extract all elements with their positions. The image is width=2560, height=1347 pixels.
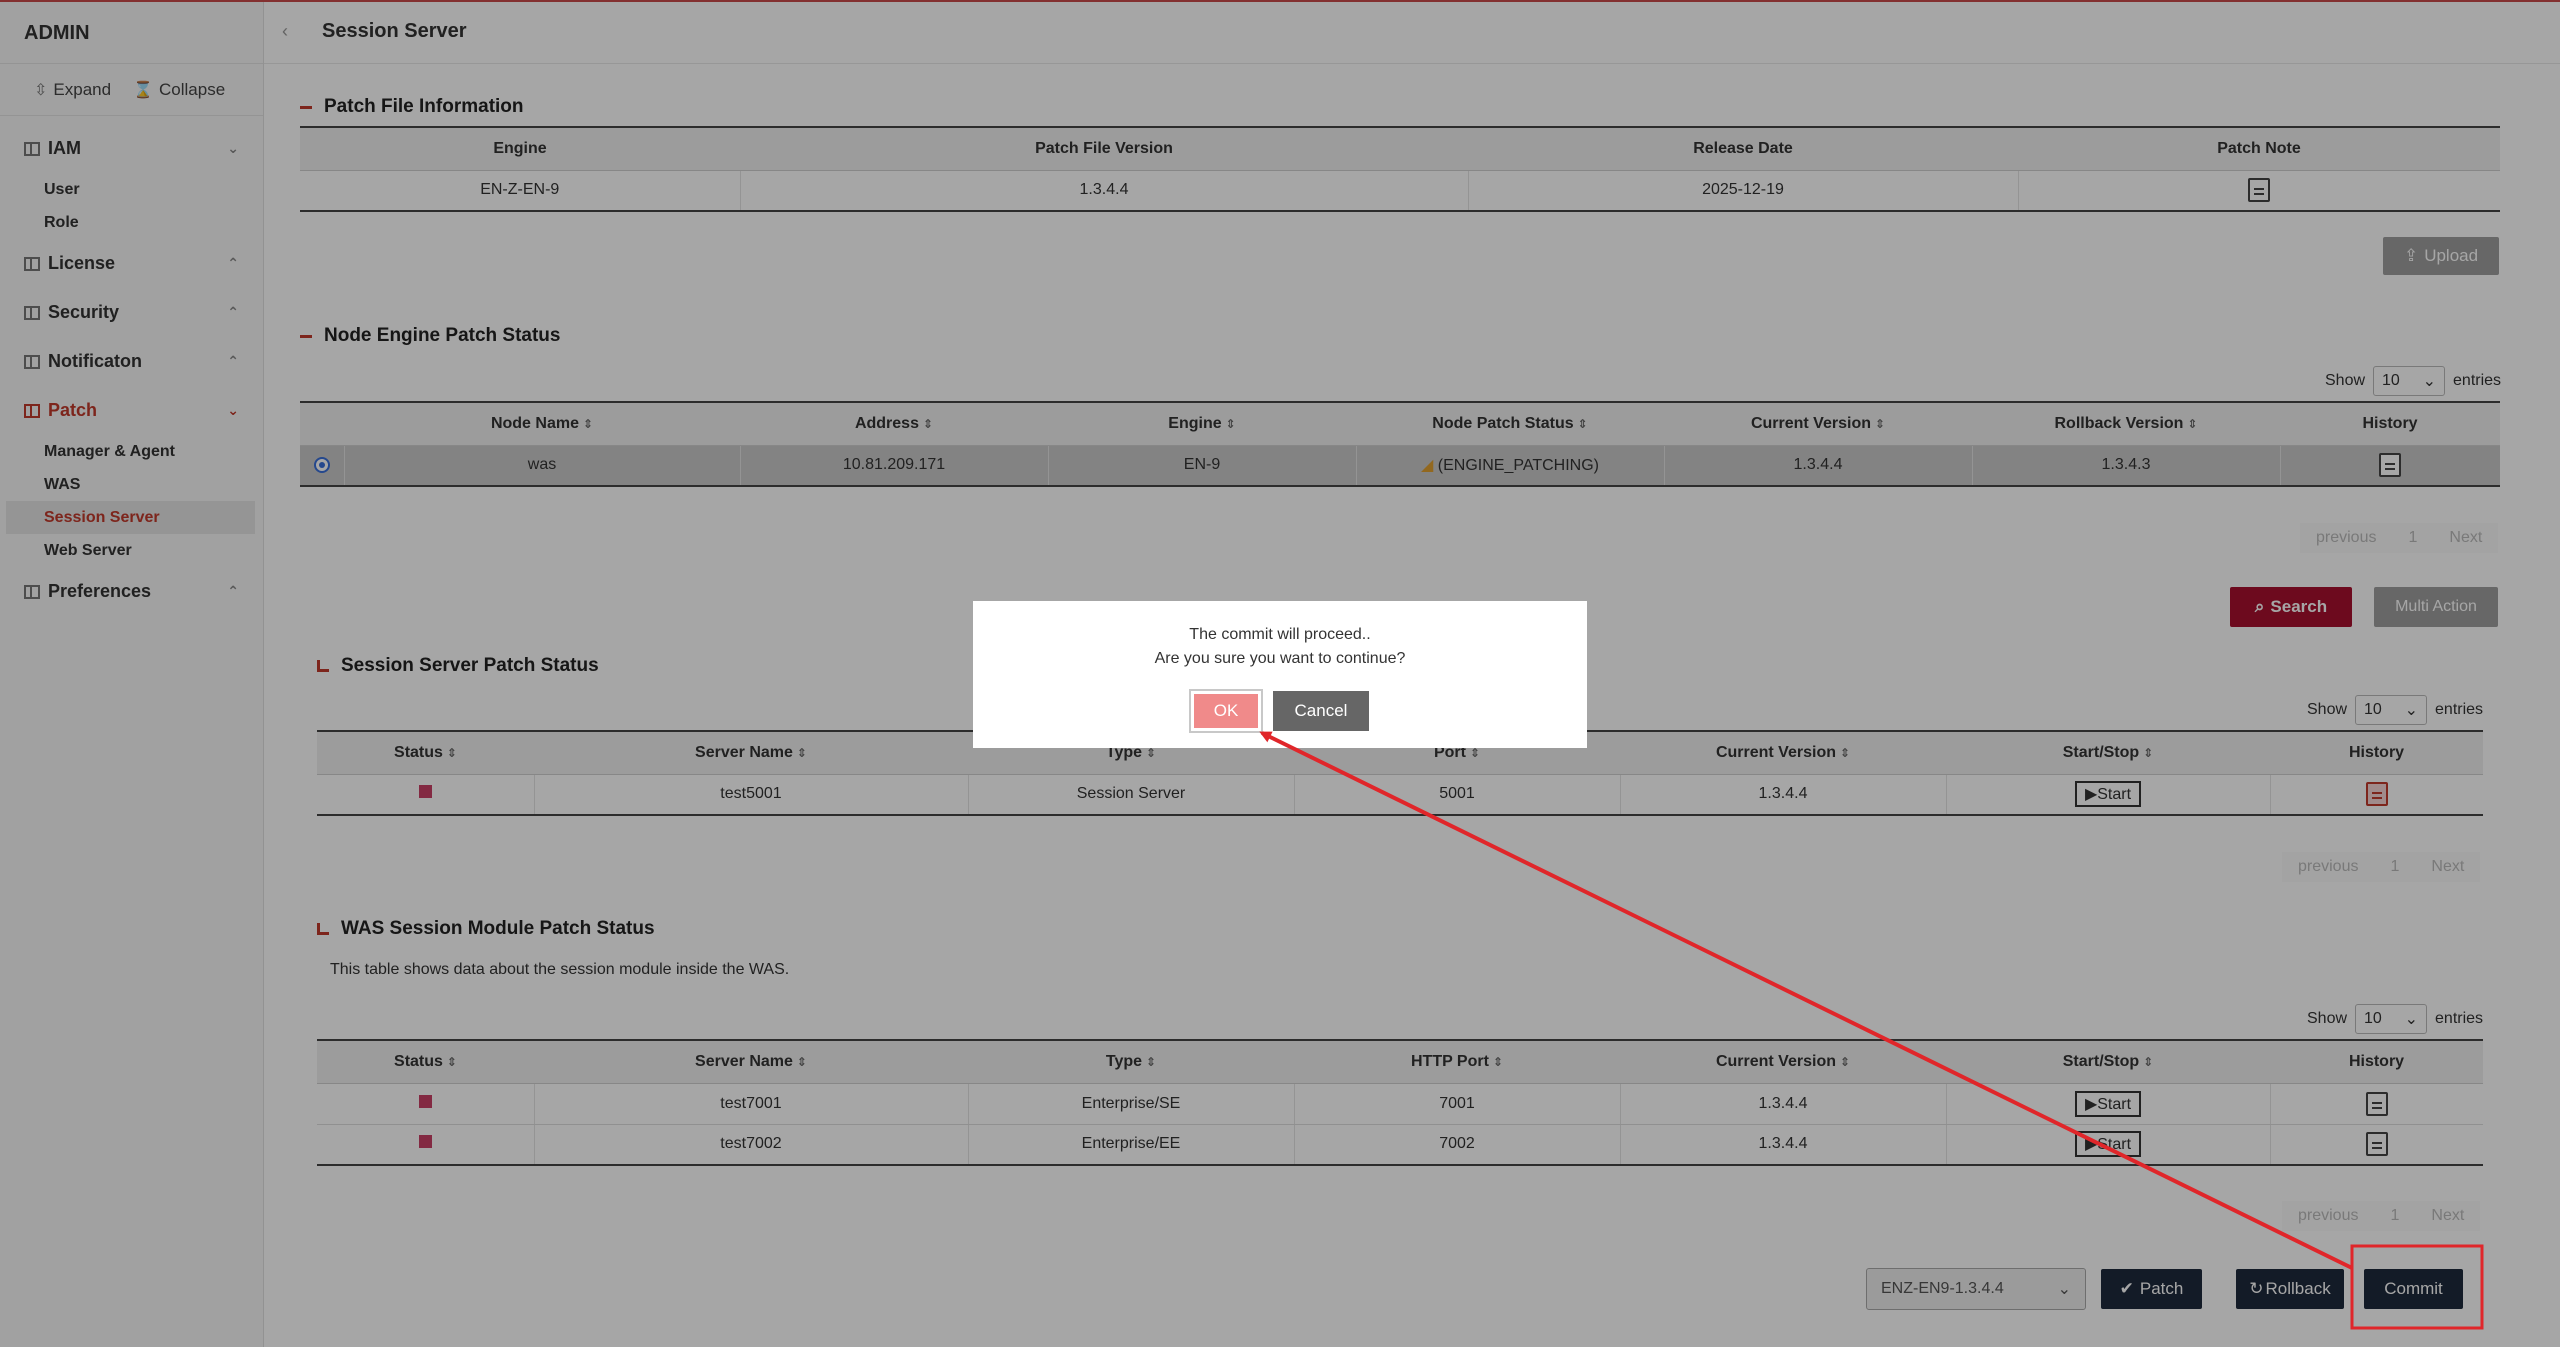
ok-button[interactable]: OK [1189, 689, 1263, 733]
dialog-message-line-1: The commit will proceed.. [1189, 626, 1371, 643]
dialog-message-line-2: Are you sure you want to continue? [1154, 650, 1406, 667]
confirm-dialog: The commit will proceed.. Are you sure y… [973, 601, 1587, 748]
dialog-buttons: OK Cancel [973, 689, 1587, 733]
cancel-button[interactable]: Cancel [1273, 691, 1369, 731]
